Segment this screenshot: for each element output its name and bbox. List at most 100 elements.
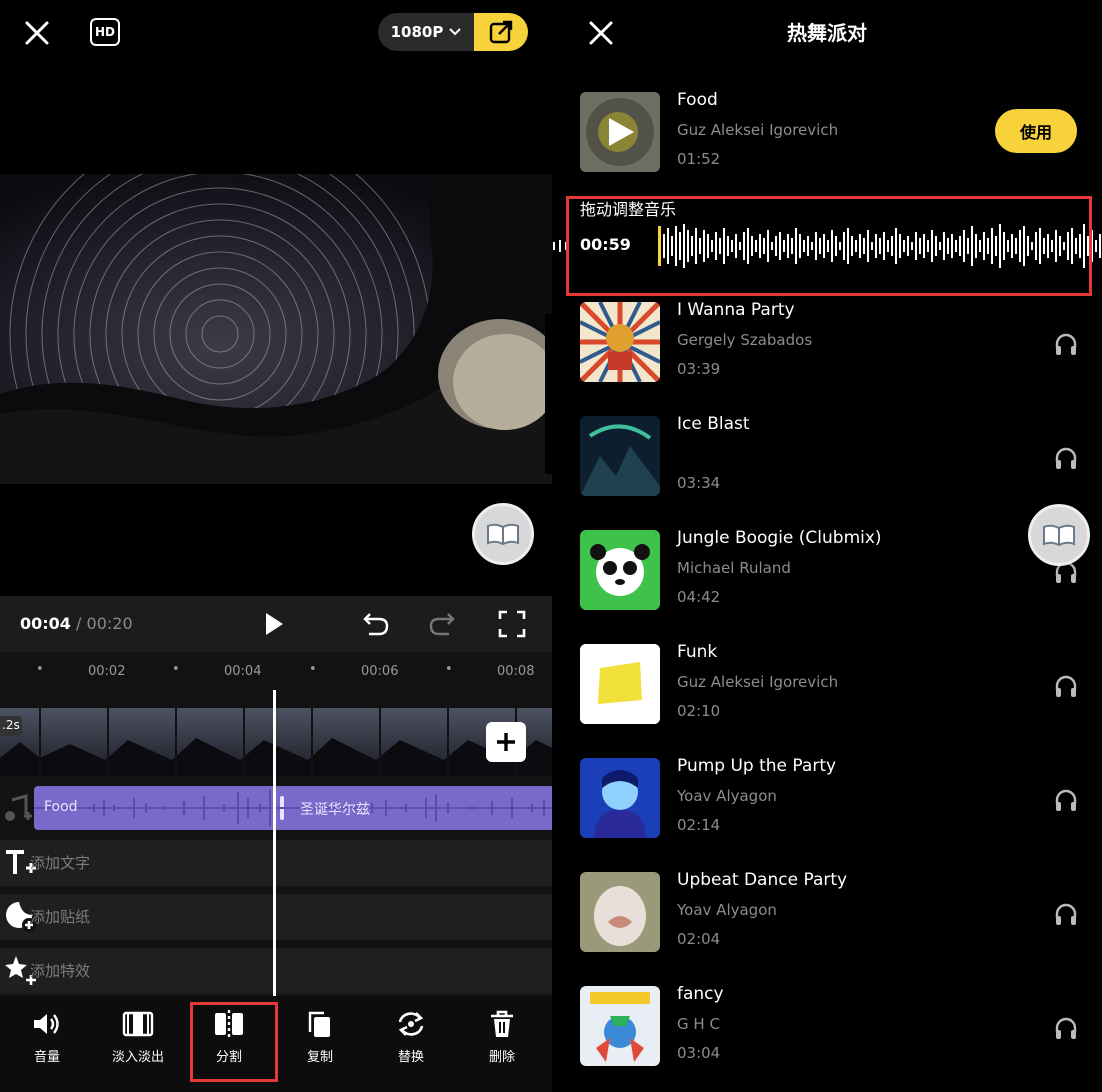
video-preview[interactable] — [0, 174, 552, 484]
song-title: fancy — [677, 984, 724, 1004]
replace-button[interactable]: 替换 — [376, 1010, 446, 1080]
delete-button[interactable]: 删除 — [467, 1010, 537, 1080]
album-cover — [580, 92, 660, 172]
export-button[interactable] — [474, 13, 528, 51]
trim-highlight-box — [566, 196, 1092, 296]
headphones-icon[interactable] — [1054, 446, 1078, 470]
replace-icon — [398, 1012, 424, 1036]
ruler-tick: 00:04 — [224, 664, 262, 679]
song-item-funk[interactable]: Funk Guz Aleksei Igorevich 02:10 — [580, 642, 1100, 734]
play-icon — [266, 613, 283, 635]
fullscreen-button[interactable] — [496, 608, 528, 640]
ruler-dot: • — [36, 662, 44, 677]
tool-label: 复制 — [306, 1050, 333, 1065]
song-item-fancy[interactable]: fancy G H C 03:04 — [580, 984, 1100, 1076]
add-effect-track[interactable]: 添加特效 — [0, 948, 552, 994]
redo-icon — [429, 613, 455, 636]
video-clip-track[interactable] — [0, 708, 552, 776]
headphones-icon[interactable] — [1054, 1016, 1078, 1040]
copy-button[interactable]: 复制 — [285, 1010, 355, 1080]
ruler-dot: • — [172, 662, 180, 677]
add-sticker-track[interactable]: 添加贴纸 — [0, 894, 552, 940]
delete-icon — [491, 1010, 513, 1037]
song-item-upbeat-dance-party[interactable]: Upbeat Dance Party Yoav Alyagon 02:04 — [580, 870, 1100, 962]
volume-icon — [34, 1014, 59, 1034]
ruler-tick: 00:02 — [88, 664, 126, 679]
undo-button[interactable] — [360, 608, 392, 640]
clip-duration-label: .2s — [0, 716, 22, 736]
split-highlight-box — [190, 1002, 278, 1082]
close-editor-button[interactable] — [18, 14, 56, 52]
song-item-ice-blast[interactable]: Ice Blast 03:34 — [580, 414, 1100, 506]
song-artist: Yoav Alyagon — [677, 787, 777, 805]
music-clip-christmas-waltz[interactable]: 圣诞华尔兹 — [276, 786, 552, 830]
song-title: Pump Up the Party — [677, 756, 837, 776]
tool-label: 替换 — [397, 1050, 424, 1065]
song-item-i-wanna-party[interactable]: I Wanna Party Gergely Szabados 03:39 — [580, 300, 1100, 392]
time-separator: / — [76, 614, 82, 633]
jungle-boogie-cover-art — [580, 530, 660, 610]
album-cover — [580, 872, 660, 952]
album-cover — [580, 302, 660, 382]
redo-button[interactable] — [426, 608, 458, 640]
undo-icon — [363, 613, 389, 636]
use-button[interactable]: 使用 — [995, 109, 1077, 153]
song-duration: 01:52 — [677, 150, 721, 168]
music-clip-label: 圣诞华尔兹 — [300, 802, 370, 818]
time-ruler[interactable]: • 00:02 • 00:04 • 00:06 • 00:08 — [0, 652, 552, 692]
tool-label: 音量 — [33, 1050, 60, 1065]
song-artist: Michael Ruland — [677, 559, 791, 577]
song-duration: 02:14 — [677, 816, 721, 834]
video-thumbnails — [0, 708, 552, 776]
song-duration: 03:04 — [677, 1044, 721, 1062]
total-time: 00:20 — [86, 614, 133, 633]
add-text-track[interactable]: 添加文字 — [0, 840, 552, 886]
music-trim-area[interactable]: 拖动调整音乐 00:59 — [552, 196, 1102, 296]
hd-button[interactable]: HD — [90, 18, 120, 46]
song-artist: G H C — [677, 1015, 720, 1033]
song-title: Funk — [677, 642, 718, 662]
add-clip-button[interactable] — [486, 722, 526, 762]
tool-label: 淡入淡出 — [111, 1050, 164, 1065]
music-clip-food[interactable]: Food — [34, 786, 274, 830]
fullscreen-icon — [498, 610, 526, 638]
book-icon — [1043, 524, 1075, 547]
upbeat-cover-art — [580, 872, 660, 952]
star-trail-image — [0, 174, 552, 484]
tutorial-button[interactable] — [472, 503, 534, 565]
tutorial-button[interactable] — [1028, 504, 1090, 566]
ruler-tick: 00:08 — [497, 664, 535, 679]
play-button[interactable] — [258, 608, 290, 640]
resolution-dropdown[interactable]: 1080P — [378, 13, 474, 51]
song-item-jungle-boogie[interactable]: Jungle Boogie (Clubmix) Michael Ruland 0… — [580, 528, 1100, 620]
page-title: 热舞派对 — [787, 21, 867, 45]
headphones-icon[interactable] — [1054, 902, 1078, 926]
song-item-food[interactable]: Food Guz Aleksei Igorevich 01:52 使用 — [580, 90, 1100, 182]
fade-button[interactable]: 淡入淡出 — [103, 1010, 173, 1080]
song-artist: Guz Aleksei Igorevich — [677, 673, 839, 691]
add-effect-label: 添加特效 — [30, 962, 91, 980]
song-artist: Gergely Szabados — [677, 331, 813, 349]
music-note-icon — [5, 794, 32, 821]
volume-button[interactable]: 音量 — [12, 1010, 82, 1080]
add-text-label: 添加文字 — [30, 854, 91, 872]
song-duration: 03:39 — [677, 360, 721, 378]
playback-controls: 00:04 / 00:20 — [0, 596, 552, 652]
playhead[interactable] — [273, 690, 276, 996]
video-editor-panel: HD 1080P 00:04 / 00:20 • 00:02 • 00:04 •… — [0, 0, 552, 1092]
headphones-icon[interactable] — [1054, 788, 1078, 812]
song-artist: Guz Aleksei Igorevich — [677, 121, 839, 139]
headphones-icon[interactable] — [1054, 674, 1078, 698]
song-item-pump-up-the-party[interactable]: Pump Up the Party Yoav Alyagon 02:14 — [580, 756, 1100, 848]
music-clip-label: Food — [44, 799, 78, 815]
album-cover — [580, 416, 660, 496]
book-icon — [487, 523, 519, 546]
album-cover — [580, 644, 660, 724]
ruler-dot: • — [309, 662, 317, 677]
song-duration: 02:10 — [677, 702, 721, 720]
song-duration: 04:42 — [677, 588, 721, 606]
headphones-icon[interactable] — [1054, 332, 1078, 356]
album-cover — [580, 530, 660, 610]
ruler-dot: • — [445, 662, 453, 677]
hd-icon: HD — [94, 25, 115, 39]
